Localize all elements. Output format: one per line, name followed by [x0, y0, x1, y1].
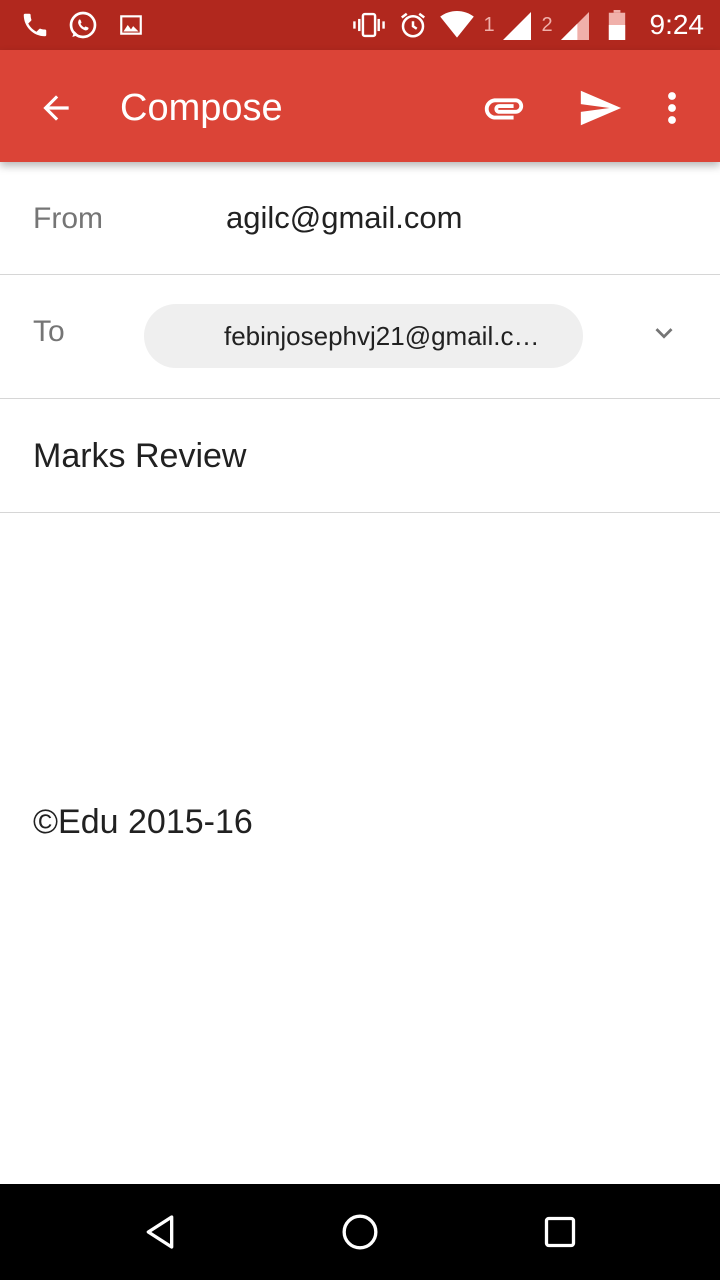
sim1-label: 1 — [483, 14, 495, 36]
vibrate-icon — [352, 8, 386, 42]
signature-text: ©Edu 2015-16 — [33, 803, 253, 841]
clock: 9:24 — [649, 9, 705, 40]
nav-back-button[interactable] — [136, 1208, 184, 1256]
battery-icon — [600, 8, 634, 42]
recents-square-icon — [544, 1216, 576, 1248]
status-right-icons: 1 2 9:24 — [352, 0, 705, 50]
sim2-label: 2 — [541, 14, 553, 36]
alarm-icon — [396, 8, 430, 42]
attach-button[interactable] — [478, 84, 530, 132]
recipient-chip-text: febinjosephvj21@gmail.c… — [224, 321, 540, 351]
chevron-down-icon — [655, 328, 673, 339]
from-label: From — [33, 202, 103, 235]
status-bar: 1 2 9:24 — [0, 0, 720, 50]
back-triangle-icon — [146, 1215, 174, 1249]
more-options-button[interactable] — [656, 84, 688, 132]
nav-home-button[interactable] — [336, 1208, 384, 1256]
more-vert-icon — [668, 92, 676, 124]
from-account-value[interactable]: agilc@gmail.com — [226, 200, 462, 236]
nav-recents-button[interactable] — [536, 1208, 584, 1256]
wifi-icon — [439, 8, 474, 42]
send-icon — [580, 90, 622, 126]
app-bar: Compose — [0, 50, 720, 162]
subject-row[interactable]: Marks Review — [0, 399, 720, 513]
arrow-left-icon — [43, 95, 69, 121]
image-icon — [114, 8, 148, 42]
app-title: Compose — [120, 87, 283, 129]
home-circle-icon — [342, 1214, 378, 1250]
recipient-chip[interactable]: febinjosephvj21@gmail.c… — [144, 304, 583, 368]
from-row[interactable]: From agilc@gmail.com — [0, 162, 720, 275]
subject-field[interactable]: Marks Review — [33, 437, 246, 476]
phone-icon — [18, 8, 52, 42]
to-label: To — [33, 315, 65, 348]
back-arrow-button[interactable] — [32, 84, 80, 132]
attach-icon — [484, 98, 524, 120]
expand-recipients-button[interactable] — [644, 313, 684, 353]
signal-icon: 1 — [484, 8, 532, 42]
compose-body[interactable]: ©Edu 2015-16 — [0, 513, 720, 1183]
send-button[interactable] — [574, 82, 626, 134]
status-left-icons — [18, 0, 148, 50]
navigation-bar — [0, 1184, 720, 1280]
signal-icon-sim2: 2 — [542, 8, 590, 42]
whatsapp-icon — [66, 8, 100, 42]
to-row: To febinjosephvj21@gmail.c… — [0, 275, 720, 399]
